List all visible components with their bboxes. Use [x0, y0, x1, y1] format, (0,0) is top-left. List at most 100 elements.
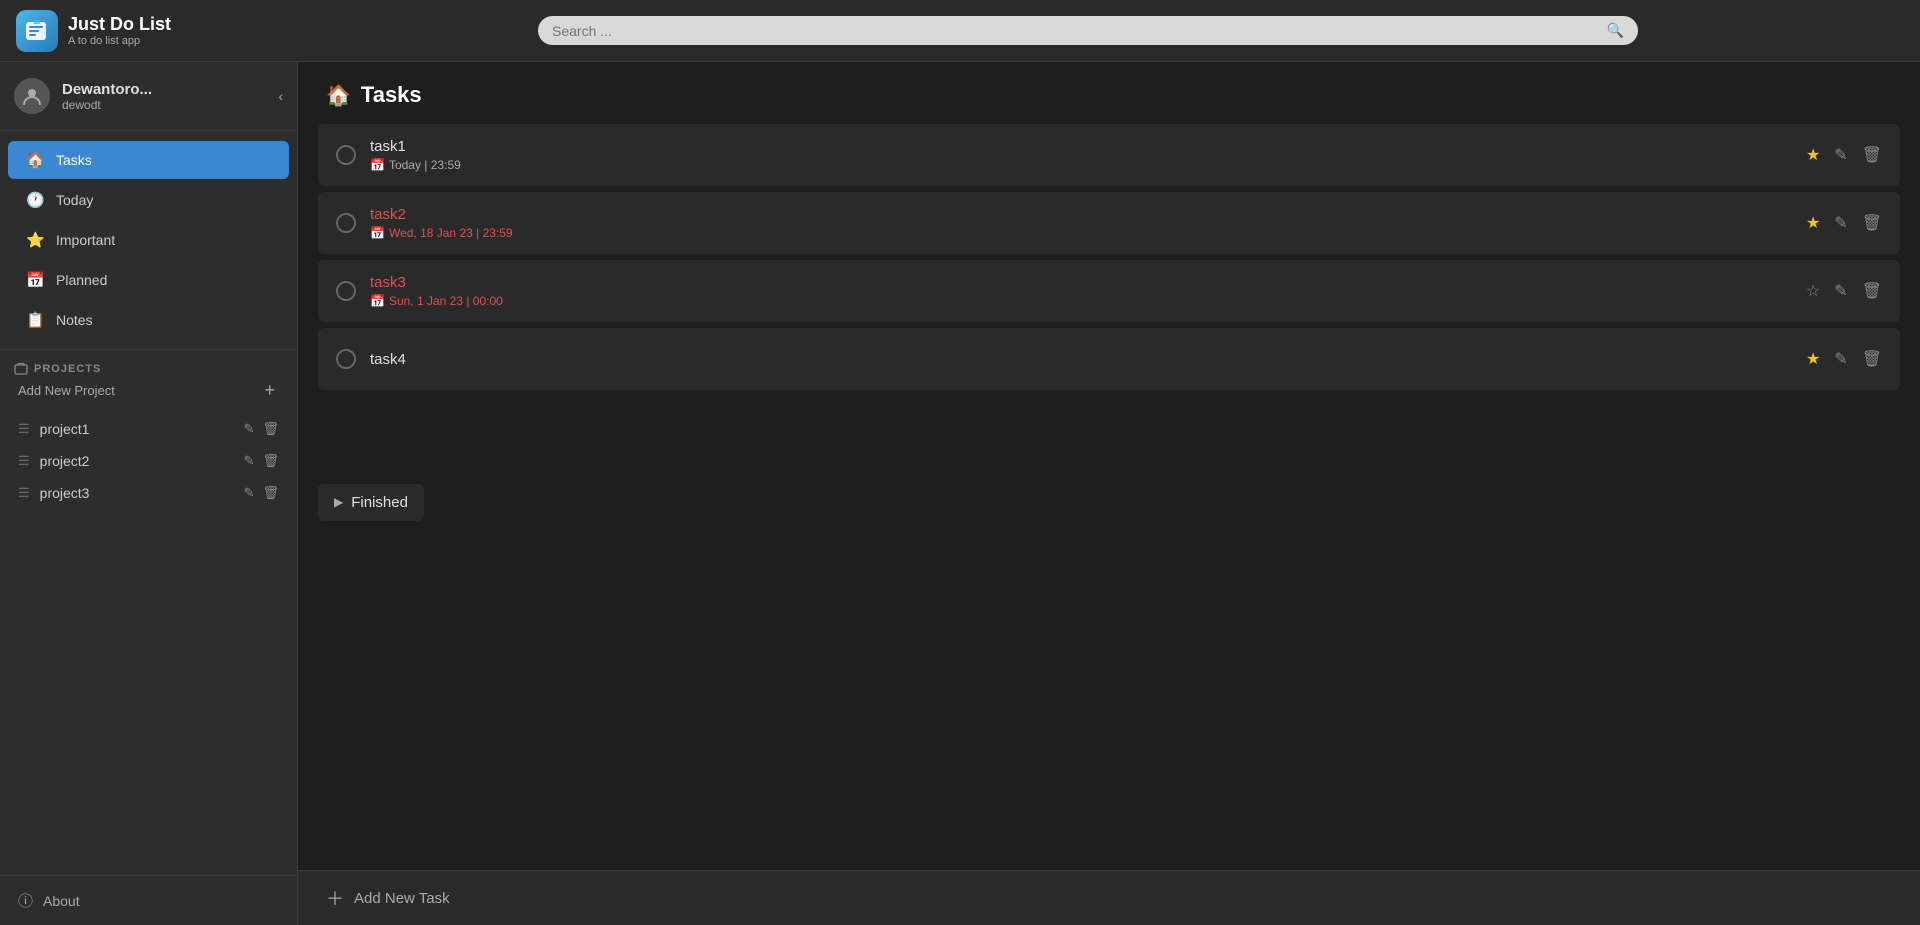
sidebar-item-important[interactable]: ⭐ Important: [8, 221, 289, 259]
tasks-list: task1 📅 Today | 23:59 ★ ✎ 🗑 task2 📅 Wed,…: [298, 124, 1920, 474]
content-header: 🏠 Tasks: [298, 62, 1920, 124]
task-body: task4: [370, 351, 1792, 368]
edit-task-button[interactable]: ✎: [1834, 213, 1847, 233]
search-input[interactable]: [552, 23, 1599, 39]
search-icon: 🔍: [1607, 22, 1624, 39]
edit-project-button[interactable]: ✎: [244, 453, 255, 469]
task-actions: ★ ✎ 🗑: [1806, 145, 1882, 165]
task-checkbox[interactable]: [336, 213, 356, 233]
project-actions: ✎ 🗑: [244, 453, 279, 469]
search-bar[interactable]: 🔍: [538, 16, 1638, 45]
sidebar-projects: PROJECTS Add New Project + ☰ project1 ✎ …: [0, 350, 297, 875]
nav-icon-notes: 📋: [26, 311, 44, 329]
calendar-icon: 📅: [370, 294, 385, 308]
nav-label-important: Important: [56, 232, 115, 248]
delete-project-button[interactable]: 🗑: [262, 453, 279, 469]
delete-project-button[interactable]: 🗑: [262, 421, 279, 437]
user-handle: dewodt: [62, 98, 266, 112]
project-item-project2[interactable]: ☰ project2 ✎ 🗑: [14, 445, 283, 477]
edit-task-button[interactable]: ✎: [1834, 145, 1847, 165]
add-task-label: Add New Task: [354, 890, 450, 907]
avatar: [14, 78, 50, 114]
task-actions: ☆ ✎ 🗑: [1806, 281, 1882, 301]
task-actions: ★ ✎ 🗑: [1806, 349, 1882, 369]
sidebar-item-notes[interactable]: 📋 Notes: [8, 301, 289, 339]
calendar-icon: 📅: [370, 226, 385, 240]
sidebar-item-today[interactable]: 🕐 Today: [8, 181, 289, 219]
sidebar-user[interactable]: Dewantoro... dewodt ‹: [0, 62, 297, 131]
edit-project-button[interactable]: ✎: [244, 485, 255, 501]
sidebar: Dewantoro... dewodt ‹ 🏠 Tasks 🕐 Today ⭐ …: [0, 62, 298, 925]
delete-task-button[interactable]: 🗑: [1862, 349, 1882, 369]
task-checkbox[interactable]: [336, 349, 356, 369]
task-item-task2: task2 📅 Wed, 18 Jan 23 | 23:59 ★ ✎ 🗑: [318, 192, 1900, 254]
finished-header[interactable]: ▶ Finished: [318, 484, 424, 521]
sidebar-collapse-icon[interactable]: ‹: [278, 88, 283, 104]
task-item-task1: task1 📅 Today | 23:59 ★ ✎ 🗑: [318, 124, 1900, 186]
chevron-right-icon: ▶: [334, 495, 343, 509]
content-footer: ＋ Add New Task: [298, 870, 1920, 925]
nav-icon-planned: 📅: [26, 271, 44, 289]
add-project-button[interactable]: +: [260, 380, 279, 401]
task-name: task2: [370, 206, 1792, 223]
task-name: task1: [370, 138, 1792, 155]
edit-task-button[interactable]: ✎: [1834, 349, 1847, 369]
project-actions: ✎ 🗑: [244, 485, 279, 501]
task-due: 📅 Sun, 1 Jan 23 | 00:00: [370, 294, 1792, 308]
add-task-button[interactable]: ＋ Add New Task: [326, 885, 450, 911]
projects-section-label: PROJECTS: [14, 362, 283, 376]
edit-project-button[interactable]: ✎: [244, 421, 255, 437]
app-logo: Just Do List A to do list app: [16, 10, 256, 52]
about-label: About: [43, 893, 80, 909]
nav-label-planned: Planned: [56, 272, 107, 288]
drag-handle-icon: ☰: [18, 485, 30, 501]
task-checkbox[interactable]: [336, 281, 356, 301]
star-button[interactable]: ★: [1806, 349, 1820, 369]
user-info: Dewantoro... dewodt: [62, 81, 266, 112]
delete-task-button[interactable]: 🗑: [1862, 281, 1882, 301]
project-actions: ✎ 🗑: [244, 421, 279, 437]
delete-task-button[interactable]: 🗑: [1862, 213, 1882, 233]
star-button[interactable]: ★: [1806, 145, 1820, 165]
edit-task-button[interactable]: ✎: [1834, 281, 1847, 301]
content-title: Tasks: [361, 82, 422, 108]
drag-handle-icon: ☰: [18, 453, 30, 469]
add-project-label: Add New Project: [18, 383, 115, 398]
task-name: task3: [370, 274, 1792, 291]
task-due: 📅 Today | 23:59: [370, 158, 1792, 172]
drag-handle-icon: ☰: [18, 421, 30, 437]
about-item[interactable]: ⓘ About: [18, 890, 279, 911]
finished-label: Finished: [351, 494, 408, 511]
star-button[interactable]: ☆: [1806, 281, 1820, 301]
project-item-project3[interactable]: ☰ project3 ✎ 🗑: [14, 477, 283, 509]
finished-section: ▶ Finished: [318, 484, 1900, 521]
task-actions: ★ ✎ 🗑: [1806, 213, 1882, 233]
nav-label-tasks: Tasks: [56, 152, 92, 168]
sidebar-item-tasks[interactable]: 🏠 Tasks: [8, 141, 289, 179]
sidebar-nav: 🏠 Tasks 🕐 Today ⭐ Important 📅 Planned 📋 …: [0, 131, 297, 350]
task-item-task3: task3 📅 Sun, 1 Jan 23 | 00:00 ☆ ✎ 🗑: [318, 260, 1900, 322]
app-title-block: Just Do List A to do list app: [68, 14, 171, 47]
task-due: 📅 Wed, 18 Jan 23 | 23:59: [370, 226, 1792, 240]
sidebar-bottom: ⓘ About: [0, 875, 297, 925]
sidebar-item-planned[interactable]: 📅 Planned: [8, 261, 289, 299]
task-body: task1 📅 Today | 23:59: [370, 138, 1792, 172]
add-project-row: Add New Project +: [14, 376, 283, 405]
calendar-icon: 📅: [370, 158, 385, 172]
project-item-project1[interactable]: ☰ project1 ✎ 🗑: [14, 413, 283, 445]
star-button[interactable]: ★: [1806, 213, 1820, 233]
task-checkbox[interactable]: [336, 145, 356, 165]
delete-project-button[interactable]: 🗑: [262, 485, 279, 501]
delete-task-button[interactable]: 🗑: [1862, 145, 1882, 165]
task-body: task3 📅 Sun, 1 Jan 23 | 00:00: [370, 274, 1792, 308]
add-task-icon: ＋: [326, 885, 344, 911]
user-name: Dewantoro...: [62, 81, 266, 98]
topbar: Just Do List A to do list app 🔍: [0, 0, 1920, 62]
nav-label-notes: Notes: [56, 312, 93, 328]
project-name: project1: [40, 421, 234, 437]
main-content: 🏠 Tasks task1 📅 Today | 23:59 ★ ✎ 🗑 task…: [298, 62, 1920, 925]
nav-icon-important: ⭐: [26, 231, 44, 249]
main-layout: Dewantoro... dewodt ‹ 🏠 Tasks 🕐 Today ⭐ …: [0, 62, 1920, 925]
projects-list: ☰ project1 ✎ 🗑 ☰ project2 ✎ 🗑 ☰ project3…: [14, 413, 283, 509]
app-logo-icon: [16, 10, 58, 52]
